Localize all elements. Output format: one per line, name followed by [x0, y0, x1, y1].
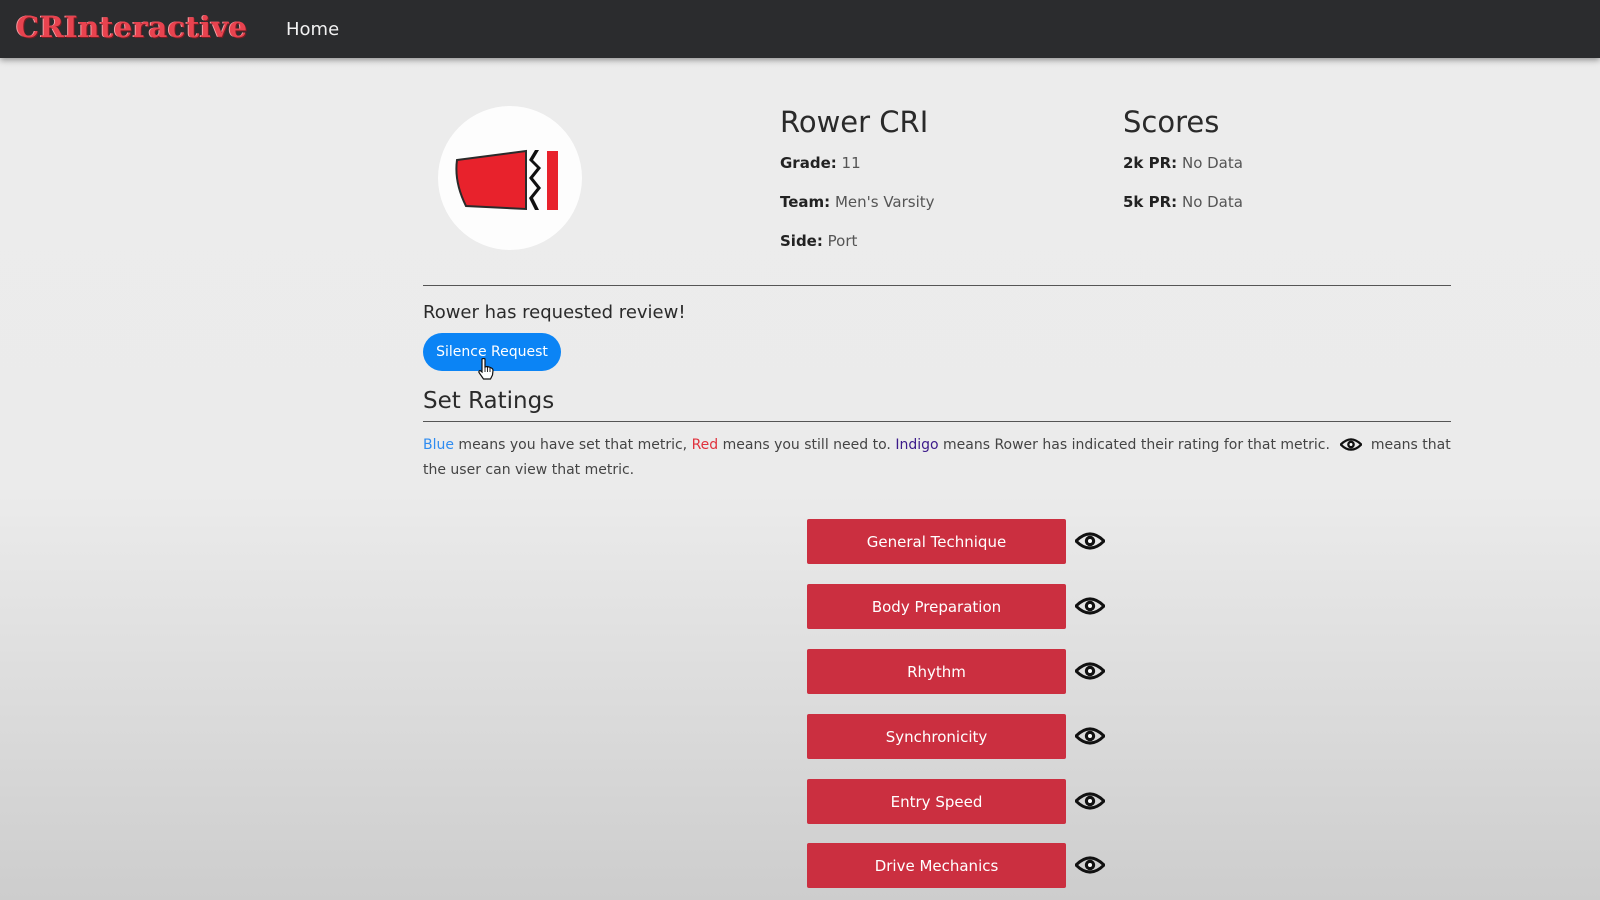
ratings-divider: [423, 421, 1451, 422]
eye-icon[interactable]: [1075, 661, 1105, 681]
metric-synchronicity-button[interactable]: Synchronicity: [807, 714, 1066, 759]
blade-logo-icon: [455, 149, 558, 211]
scores-title: Scores: [1123, 105, 1220, 139]
grade-row: Grade: 11: [780, 154, 861, 172]
legend-blue: Blue: [423, 437, 454, 453]
metric-general-technique-button[interactable]: General Technique: [807, 519, 1066, 564]
legend-blue-text: means you have set that metric,: [453, 437, 692, 453]
grade-label: Grade:: [780, 154, 837, 172]
side-row: Side: Port: [780, 232, 857, 250]
rower-name: Rower CRI: [780, 105, 929, 139]
legend-red: Red: [691, 437, 719, 453]
legend-red-text: means you still need to.: [718, 437, 896, 453]
metric-body-preparation-button[interactable]: Body Preparation: [807, 584, 1066, 629]
legend-indigo: Indigo: [895, 437, 939, 453]
pr-5k-value: No Data: [1181, 193, 1243, 211]
set-ratings-title: Set Ratings: [423, 388, 555, 414]
review-request-message: Rower has requested review!: [423, 302, 686, 323]
legend-indigo-text: means Rower has indicated their rating f…: [938, 437, 1335, 453]
grade-value: 11: [841, 154, 861, 172]
metric-drive-mechanics-button[interactable]: Drive Mechanics: [807, 843, 1066, 888]
eye-icon[interactable]: [1075, 531, 1105, 551]
avatar: [438, 106, 582, 250]
brand-logo[interactable]: CRInteractive: [16, 10, 248, 44]
navbar: CRInteractive Home: [0, 0, 1600, 58]
profile-divider: [423, 285, 1451, 286]
side-label: Side:: [780, 232, 823, 250]
pr-2k-value: No Data: [1181, 154, 1243, 172]
side-value: Port: [827, 232, 858, 250]
eye-icon: [1340, 437, 1363, 451]
eye-icon[interactable]: [1075, 855, 1105, 875]
hand-pointer-icon: [478, 358, 494, 380]
team-value: Men's Varsity: [834, 193, 935, 211]
team-row: Team: Men's Varsity: [780, 193, 935, 211]
eye-icon[interactable]: [1075, 596, 1105, 616]
metric-entry-speed-button[interactable]: Entry Speed: [807, 779, 1066, 824]
eye-icon[interactable]: [1075, 791, 1105, 811]
pr-2k-label: 2k PR:: [1123, 154, 1178, 172]
ratings-legend: Blue means you have set that metric, Red…: [423, 433, 1463, 483]
metric-rhythm-button[interactable]: Rhythm: [807, 649, 1066, 694]
pr-5k-label: 5k PR:: [1123, 193, 1178, 211]
team-label: Team:: [780, 193, 831, 211]
nav-home-link[interactable]: Home: [286, 19, 339, 40]
pr-2k-row: 2k PR: No Data: [1123, 154, 1243, 172]
eye-icon[interactable]: [1075, 726, 1105, 746]
pr-5k-row: 5k PR: No Data: [1123, 193, 1243, 211]
